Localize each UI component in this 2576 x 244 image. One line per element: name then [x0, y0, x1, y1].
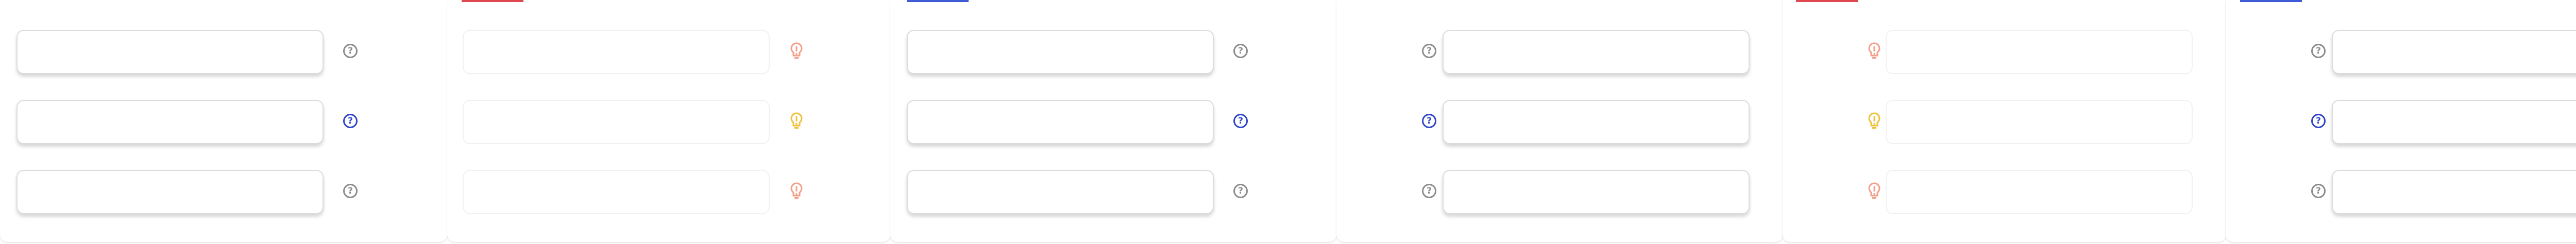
- question-circle-icon[interactable]: ?: [1422, 44, 1436, 58]
- panel-4: ? ? ?: [1336, 0, 1783, 242]
- text-field-2[interactable]: [463, 100, 770, 144]
- question-circle-icon[interactable]: ?: [2311, 184, 2326, 198]
- question-circle-icon[interactable]: ?: [1422, 184, 1436, 198]
- lightbulb-warning-icon: [1867, 181, 1882, 202]
- question-circle-icon[interactable]: ?: [343, 44, 358, 58]
- panel-1: ? ? ?: [0, 0, 447, 242]
- tab-indicator: [907, 0, 969, 2]
- lightbulb-warning-icon: [789, 181, 804, 202]
- question-circle-icon[interactable]: ?: [1233, 44, 1248, 58]
- panel-3: ? ? ?: [890, 0, 1336, 242]
- text-field-2[interactable]: [1443, 100, 1750, 144]
- text-field-1[interactable]: [16, 30, 324, 74]
- tab-indicator: [2240, 0, 2302, 2]
- text-field-3[interactable]: [2332, 170, 2576, 214]
- text-field-1[interactable]: [1443, 30, 1750, 74]
- question-circle-icon[interactable]: ?: [2311, 44, 2326, 58]
- text-field-3[interactable]: [16, 170, 324, 214]
- panel-6: ? ? ?: [2226, 0, 2576, 242]
- text-field-1[interactable]: [1886, 30, 2193, 74]
- text-field-2[interactable]: [2332, 100, 2576, 144]
- question-circle-icon[interactable]: ?: [1422, 114, 1436, 128]
- panel-2: [447, 0, 890, 242]
- text-field-2[interactable]: [1886, 100, 2193, 144]
- tab-indicator: [462, 0, 523, 2]
- text-field-2[interactable]: [907, 100, 1214, 144]
- lightbulb-warning-icon: [789, 111, 804, 132]
- text-field-1[interactable]: [907, 30, 1214, 74]
- text-field-3[interactable]: [1886, 170, 2193, 214]
- question-circle-icon[interactable]: ?: [343, 114, 358, 128]
- question-circle-icon[interactable]: ?: [343, 184, 358, 198]
- text-field-1[interactable]: [2332, 30, 2576, 74]
- lightbulb-warning-icon: [789, 41, 804, 62]
- question-circle-icon[interactable]: ?: [2311, 114, 2326, 128]
- tab-indicator: [1796, 0, 1858, 2]
- question-circle-icon[interactable]: ?: [1233, 184, 1248, 198]
- text-field-3[interactable]: [1443, 170, 1750, 214]
- text-field-3[interactable]: [907, 170, 1214, 214]
- text-field-1[interactable]: [463, 30, 770, 74]
- text-field-3[interactable]: [463, 170, 770, 214]
- lightbulb-warning-icon: [1867, 41, 1882, 62]
- text-field-2[interactable]: [16, 100, 324, 144]
- question-circle-icon[interactable]: ?: [1233, 114, 1248, 128]
- lightbulb-warning-icon: [1867, 111, 1882, 132]
- panel-5: [1783, 0, 2226, 242]
